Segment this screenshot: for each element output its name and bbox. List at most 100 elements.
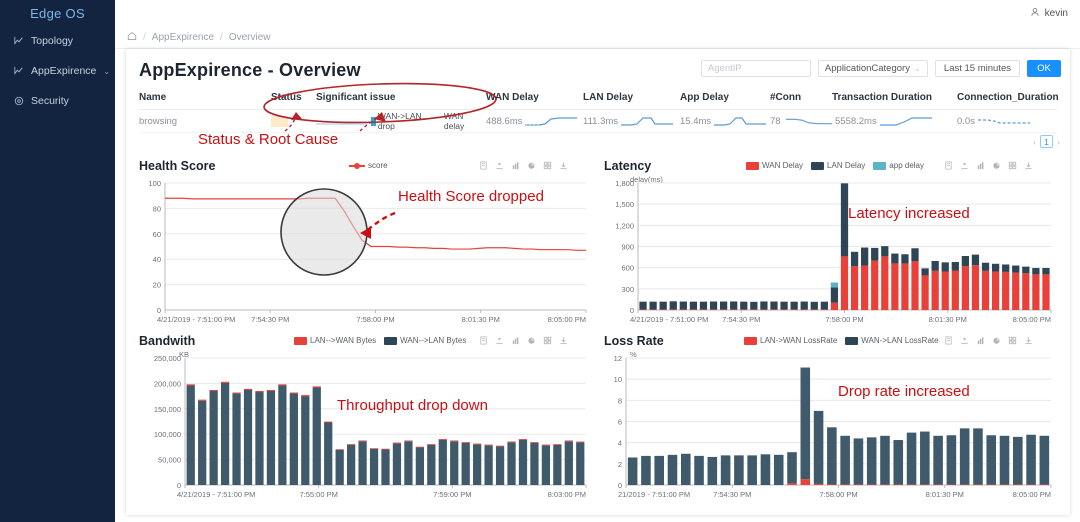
column-header-connection-duration: Connection_Duration — [957, 92, 1059, 103]
legend-loss-rate: LAN->WAN LossRate WAN->LAN LossRate — [744, 336, 939, 345]
legend-item-lan-to-wan-lossrate[interactable]: LAN->WAN LossRate — [744, 336, 837, 345]
legend-label: score — [368, 161, 388, 170]
chart-line-icon — [14, 36, 24, 46]
conn-sparkline — [786, 118, 832, 124]
legend-swatch — [384, 336, 398, 345]
document-icon[interactable] — [944, 336, 953, 345]
bar-chart-icon[interactable] — [511, 336, 520, 345]
panel-title: Health Score — [139, 159, 216, 173]
pagination-next[interactable]: › — [1057, 137, 1060, 147]
annotation-health-score-dropped: Health Score dropped — [398, 188, 544, 205]
download-icon[interactable] — [1024, 336, 1033, 345]
pie-chart-icon[interactable] — [527, 336, 536, 345]
svg-text:21/2019 - 7:51:00 PM: 21/2019 - 7:51:00 PM — [618, 490, 690, 499]
chart-loss-rate: 0 2 4 6 8 10 12 21/2019 - 7:51:00 PM 7:54:30 PM 7… — [614, 354, 1052, 499]
panel-toolbar-loss-rate — [944, 336, 1033, 345]
legend-swatch — [811, 161, 825, 170]
document-icon[interactable] — [479, 161, 488, 170]
time-range-picker[interactable]: Last 15 minutes — [934, 60, 1020, 77]
download-icon[interactable] — [559, 161, 568, 170]
svg-text:7:58:00 PM: 7:58:00 PM — [819, 490, 857, 499]
grid-icon[interactable] — [1008, 336, 1017, 345]
pie-chart-icon[interactable] — [992, 336, 1001, 345]
legend-item-score[interactable]: score — [349, 161, 388, 170]
breadcrumb-item-overview[interactable]: Overview — [229, 32, 271, 43]
table-header-row: Name Status Significant issue WAN Delay … — [139, 86, 1059, 110]
panel-loss-rate: Loss Rate LAN->WAN LossRate WAN->LAN Los… — [604, 334, 1059, 509]
pie-chart-icon[interactable] — [992, 161, 1001, 170]
svg-text:7:55:00 PM: 7:55:00 PM — [299, 490, 337, 499]
legend-health-score: score — [349, 161, 388, 170]
svg-text:150,000: 150,000 — [154, 405, 181, 414]
chevron-down-icon[interactable]: ⌄ — [103, 67, 110, 76]
legend-label: LAN->WAN LossRate — [760, 336, 838, 345]
legend-bandwith: LAN-->WAN Bytes WAN-->LAN Bytes — [294, 336, 466, 345]
legend-swatch — [845, 336, 859, 345]
breadcrumb: / AppExpirence / Overview — [115, 26, 1080, 49]
export-icon[interactable] — [495, 161, 504, 170]
svg-text:12: 12 — [614, 354, 622, 363]
grid-icon[interactable] — [1008, 161, 1017, 170]
annotation-throughput-drop-down: Throughput drop down — [337, 397, 488, 414]
svg-text:8:05:00 PM: 8:05:00 PM — [1013, 490, 1051, 499]
panel-toolbar-bandwith — [479, 336, 568, 345]
table-row[interactable]: browsing WAN->LAN drop WAN delay 488.6ms — [139, 110, 1057, 133]
legend-item-lan-delay[interactable]: LAN Delay — [811, 161, 865, 170]
sidebar-item-appexpirence[interactable]: AppExpirence ⌄ — [0, 56, 115, 86]
pagination-page-1[interactable]: 1 — [1040, 135, 1053, 148]
sidebar-item-topology[interactable]: Topology — [0, 26, 115, 56]
export-icon[interactable] — [495, 336, 504, 345]
svg-text:50,000: 50,000 — [158, 456, 181, 465]
breadcrumb-item-appexpirence[interactable]: AppExpirence — [152, 32, 214, 43]
bar-chart-icon[interactable] — [976, 161, 985, 170]
user-name[interactable]: kevin — [1045, 8, 1068, 19]
legend-swatch — [873, 161, 887, 170]
legend-item-wan-to-lan-lossrate[interactable]: WAN->LAN LossRate — [845, 336, 939, 345]
svg-text:80: 80 — [153, 204, 161, 213]
cell-app-delay-value: 15.4ms — [680, 115, 712, 127]
column-header-transaction-duration: Transaction Duration — [832, 92, 933, 103]
chevron-down-icon: ⌄ — [914, 64, 921, 73]
grid-icon[interactable] — [543, 161, 552, 170]
svg-text:0: 0 — [177, 481, 181, 490]
svg-text:250,000: 250,000 — [154, 354, 181, 363]
pie-chart-icon[interactable] — [527, 161, 536, 170]
cell-lan-delay: 111.3ms — [583, 115, 680, 128]
export-icon[interactable] — [960, 161, 969, 170]
legend-swatch — [746, 161, 759, 170]
bar-chart-icon[interactable] — [976, 336, 985, 345]
document-icon[interactable] — [479, 336, 488, 345]
application-category-select[interactable]: ApplicationCategory ⌄ — [817, 60, 928, 77]
bar-chart-icon[interactable] — [511, 161, 520, 170]
svg-text:6: 6 — [618, 418, 622, 427]
svg-text:8:01:30 PM: 8:01:30 PM — [462, 315, 500, 324]
legend-swatch — [349, 162, 365, 169]
home-icon[interactable] — [127, 31, 137, 44]
sidebar: Edge OS Topology AppExpirence ⌄ Security — [0, 0, 115, 522]
column-header-name: Name — [139, 92, 167, 103]
pagination-prev[interactable]: ‹ — [1033, 137, 1036, 147]
cell-wan-delay: 488.6ms — [486, 115, 583, 128]
sidebar-item-security[interactable]: Security — [0, 86, 115, 116]
document-icon[interactable] — [944, 161, 953, 170]
download-icon[interactable] — [559, 336, 568, 345]
cell-significant-issue: WAN->LAN drop WAN delay — [316, 111, 486, 131]
agent-ip-input[interactable] — [700, 60, 811, 77]
grid-icon[interactable] — [543, 336, 552, 345]
annotation-status-root-cause: Status & Root Cause — [198, 131, 339, 148]
ok-button[interactable]: OK — [1027, 60, 1061, 77]
legend-label: LAN-->WAN Bytes — [310, 336, 377, 345]
issue-chip-2: WAN delay — [444, 111, 486, 131]
legend-item-wan-delay[interactable]: WAN Delay — [746, 161, 803, 170]
status-badge — [271, 115, 288, 127]
svg-text:1,800: 1,800 — [615, 179, 634, 188]
export-icon[interactable] — [960, 336, 969, 345]
download-icon[interactable] — [1024, 161, 1033, 170]
svg-text:7:59:00 PM: 7:59:00 PM — [433, 490, 471, 499]
legend-item-wan-to-lan-bytes[interactable]: WAN-->LAN Bytes — [384, 336, 466, 345]
legend-item-lan-to-wan-bytes[interactable]: LAN-->WAN Bytes — [294, 336, 376, 345]
legend-item-app-delay[interactable]: app delay — [873, 161, 924, 170]
svg-text:20: 20 — [153, 281, 161, 290]
svg-text:600: 600 — [621, 264, 634, 273]
svg-text:4: 4 — [618, 439, 622, 448]
